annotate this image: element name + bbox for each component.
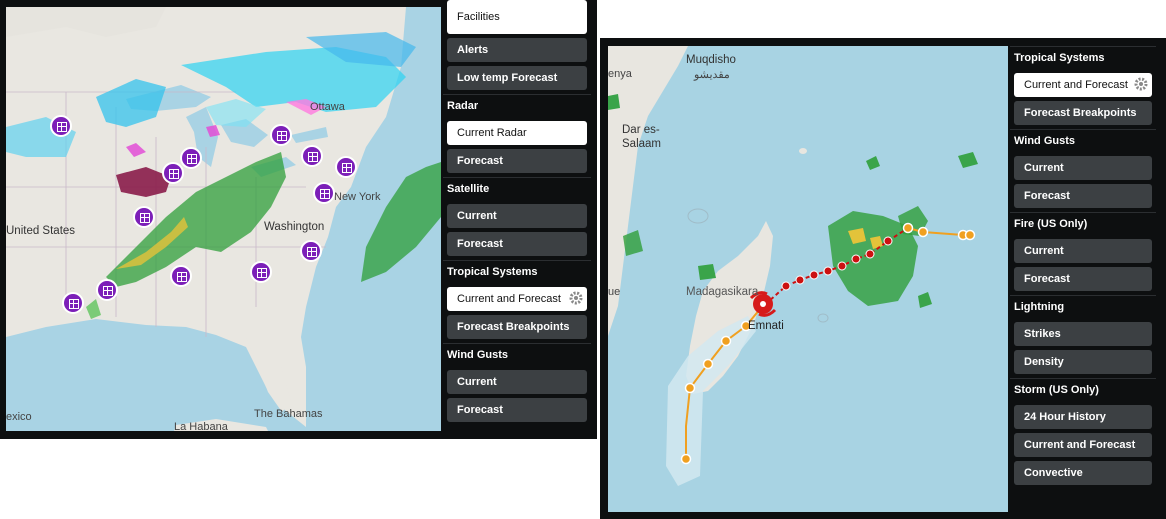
fire-current-button[interactable]: Current bbox=[1014, 239, 1152, 263]
map-label-kenya: enya bbox=[608, 68, 632, 80]
gear-icon[interactable] bbox=[1133, 76, 1149, 92]
facility-pin-building-icon[interactable] bbox=[300, 240, 322, 262]
section-fire: Fire (US Only) bbox=[1010, 212, 1156, 235]
radar-forecast-button[interactable]: Forecast bbox=[447, 149, 587, 173]
tropical-current-forecast-button[interactable]: Current and Forecast bbox=[447, 287, 587, 311]
map-label-united-states: United States bbox=[6, 225, 76, 237]
forecast-breakpoints-button[interactable]: Forecast Breakpoints bbox=[447, 315, 587, 339]
map-label-muqdisho: Muqdisho bbox=[686, 54, 736, 66]
weather-map-us[interactable]: Ottawa United States Washington New York… bbox=[6, 7, 441, 431]
map-label-dar-es-salaam-2: Salaam bbox=[622, 138, 661, 150]
facility-pin-building-icon[interactable] bbox=[133, 206, 155, 228]
right-layer-sidebar: Tropical Systems Current and Forecast Fo… bbox=[1010, 46, 1156, 512]
tropical-current-forecast-label: Current and Forecast bbox=[1024, 79, 1128, 91]
wind-forecast-button[interactable]: Forecast bbox=[447, 398, 587, 422]
facility-pin-building-icon[interactable] bbox=[335, 156, 357, 178]
storm-current-forecast-button[interactable]: Current and Forecast bbox=[1014, 433, 1152, 457]
facility-pin-building-icon[interactable] bbox=[180, 147, 202, 169]
facility-pin-building-icon[interactable] bbox=[170, 265, 192, 287]
map-base bbox=[608, 46, 1008, 512]
facility-pin-building-icon[interactable] bbox=[250, 261, 272, 283]
section-lightning: Lightning bbox=[1010, 295, 1156, 318]
section-wind-gusts: Wind Gusts bbox=[443, 343, 591, 366]
section-tropical-systems: Tropical Systems bbox=[1010, 46, 1156, 69]
map-base bbox=[6, 7, 441, 431]
facility-pin-building-icon[interactable] bbox=[62, 292, 84, 314]
wind-current-button[interactable]: Current bbox=[447, 370, 587, 394]
facility-pin-building-icon[interactable] bbox=[313, 182, 335, 204]
map-label-washington: Washington bbox=[264, 221, 325, 233]
section-wind-gusts: Wind Gusts bbox=[1010, 129, 1156, 152]
section-radar: Radar bbox=[443, 94, 591, 117]
gear-icon[interactable] bbox=[568, 290, 584, 306]
facility-pin-building-icon[interactable] bbox=[162, 162, 184, 184]
section-satellite: Satellite bbox=[443, 177, 591, 200]
tropical-current-forecast-button[interactable]: Current and Forecast bbox=[1014, 73, 1152, 97]
wind-current-button[interactable]: Current bbox=[1014, 156, 1152, 180]
section-storm: Storm (US Only) bbox=[1010, 378, 1156, 401]
wind-forecast-button[interactable]: Forecast bbox=[1014, 184, 1152, 208]
left-layer-sidebar: Facilities Alerts Low temp Forecast Rada… bbox=[443, 0, 591, 431]
map-label-emnati: Emnati bbox=[748, 320, 784, 332]
map-label-the-bahamas: The Bahamas bbox=[254, 408, 323, 420]
facility-pin-building-icon[interactable] bbox=[270, 124, 292, 146]
density-button[interactable]: Density bbox=[1014, 350, 1152, 374]
convective-button[interactable]: Convective bbox=[1014, 461, 1152, 485]
satellite-forecast-button[interactable]: Forecast bbox=[447, 232, 587, 256]
map-label-madagasikara: Madagasikara bbox=[686, 286, 759, 298]
map-label-dar-es-salaam-1: Dar es- bbox=[622, 124, 660, 136]
map-label-la-habana: La Habana bbox=[174, 421, 228, 431]
facilities-button[interactable]: Facilities bbox=[447, 0, 587, 34]
alerts-button[interactable]: Alerts bbox=[447, 38, 587, 62]
current-radar-button[interactable]: Current Radar bbox=[447, 121, 587, 145]
map-label-ottawa: Ottawa bbox=[310, 101, 345, 113]
right-map-window: enya Muqdisho مقديشو Dar es- Salaam Mada… bbox=[600, 38, 1166, 519]
left-map-window: Ottawa United States Washington New York… bbox=[0, 0, 597, 439]
section-tropical-systems: Tropical Systems bbox=[443, 260, 591, 283]
facility-pin-building-icon[interactable] bbox=[50, 115, 72, 137]
map-label-ue: ue bbox=[608, 286, 621, 298]
facility-pin-building-icon[interactable] bbox=[301, 145, 323, 167]
map-label-mexico: exico bbox=[6, 411, 32, 423]
fire-forecast-button[interactable]: Forecast bbox=[1014, 267, 1152, 291]
strikes-button[interactable]: Strikes bbox=[1014, 322, 1152, 346]
weather-map-madagascar[interactable]: enya Muqdisho مقديشو Dar es- Salaam Mada… bbox=[608, 46, 1008, 512]
low-temp-forecast-button[interactable]: Low temp Forecast bbox=[447, 66, 587, 90]
satellite-current-button[interactable]: Current bbox=[447, 204, 587, 228]
facility-pin-building-icon[interactable] bbox=[96, 279, 118, 301]
history-24h-button[interactable]: 24 Hour History bbox=[1014, 405, 1152, 429]
map-label-muqdisho-arabic: مقديشو bbox=[694, 69, 730, 81]
map-label-new-york: New York bbox=[334, 191, 381, 203]
forecast-breakpoints-button[interactable]: Forecast Breakpoints bbox=[1014, 101, 1152, 125]
tropical-current-forecast-label: Current and Forecast bbox=[457, 293, 561, 305]
